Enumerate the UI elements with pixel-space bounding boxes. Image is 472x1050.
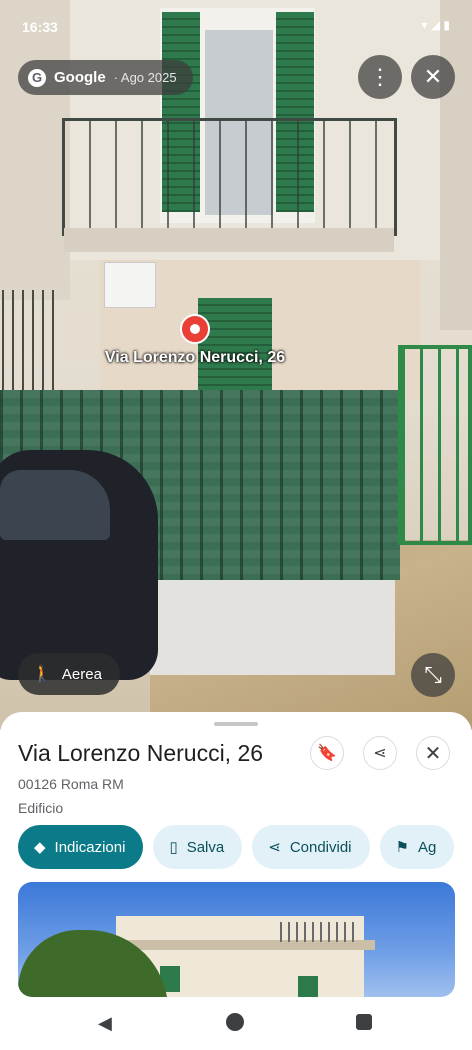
share-button[interactable]: ⋖ Condividi: [252, 825, 370, 869]
place-title: Via Lorenzo Nerucci, 26: [18, 740, 264, 766]
share-icon: ⋖: [373, 745, 387, 762]
close-street-view-button[interactable]: ✕: [411, 55, 455, 99]
add-label-text: Ag: [417, 838, 437, 856]
recents-icon[interactable]: [356, 1014, 372, 1030]
aerial-view-button[interactable]: 🚶 Aerea: [18, 653, 120, 695]
battery-icon: ▮: [443, 18, 450, 32]
share-label: Condividi: [289, 838, 352, 856]
place-type: Edificio: [18, 800, 64, 816]
green-gate: [398, 345, 472, 545]
pin-label: Via Lorenzo Nerucci, 26: [104, 349, 286, 366]
place-photo[interactable]: [18, 882, 455, 997]
imagery-source-pill[interactable]: G Google · Ago 2025: [18, 60, 193, 95]
place-pin-icon[interactable]: [180, 314, 210, 344]
person-icon: 🚶: [32, 666, 52, 683]
more-options-button[interactable]: ⋮: [358, 55, 402, 99]
bookmark-icon: ▯: [169, 839, 178, 856]
place-address: 00126 Roma RM: [18, 776, 124, 792]
photo-window: [298, 976, 318, 997]
wifi-icon: ▾: [421, 18, 428, 32]
window-grate: [2, 290, 60, 390]
bookmark-icon: 🔖: [317, 745, 337, 762]
home-icon[interactable]: [226, 1013, 244, 1031]
directions-label: Indicazioni: [54, 838, 126, 856]
collapse-icon: ⤡: [424, 662, 442, 687]
balcony-slab: [64, 228, 394, 252]
close-icon: ✕: [424, 742, 442, 765]
signal-icon: ◢: [430, 18, 441, 32]
share-icon-button[interactable]: ⋖: [363, 736, 397, 770]
neighbor-wall-right: [440, 0, 472, 330]
photo-railing: [280, 922, 356, 942]
save-icon-button[interactable]: 🔖: [310, 736, 344, 770]
collapse-view-button[interactable]: ⤡: [411, 653, 455, 697]
more-vert-icon: ⋮: [369, 64, 391, 89]
back-icon[interactable]: ◀: [98, 1013, 112, 1034]
save-button[interactable]: ▯ Salva: [153, 825, 243, 869]
save-label: Salva: [186, 838, 225, 856]
car-window: [0, 470, 110, 540]
status-time: 16:33: [22, 19, 58, 35]
directions-button[interactable]: ◆ Indicazioni: [18, 825, 144, 869]
close-sheet-button[interactable]: ✕: [416, 736, 450, 770]
directions-icon: ◆: [34, 839, 46, 856]
add-label-button[interactable]: ⚑ Ag: [379, 825, 455, 869]
aerial-label: Aerea: [61, 665, 102, 683]
google-g-icon: G: [28, 68, 46, 87]
balcony-railing: [62, 118, 397, 236]
share-icon: ⋖: [268, 839, 281, 856]
action-chips: ◆ Indicazioni ▯ Salva ⋖ Condividi ⚑ Ag: [18, 825, 455, 869]
flag-icon: ⚑: [395, 839, 409, 856]
air-conditioner: [104, 262, 156, 308]
sheet-drag-handle[interactable]: [214, 722, 258, 726]
close-icon: ✕: [423, 64, 443, 89]
imagery-source: Google: [54, 69, 106, 86]
imagery-date: · Ago 2025: [113, 70, 177, 85]
system-nav-bar: ◀: [0, 997, 472, 1050]
neighbor-wall: [0, 0, 70, 300]
status-icons: ▾ ◢ ▮: [421, 18, 450, 32]
